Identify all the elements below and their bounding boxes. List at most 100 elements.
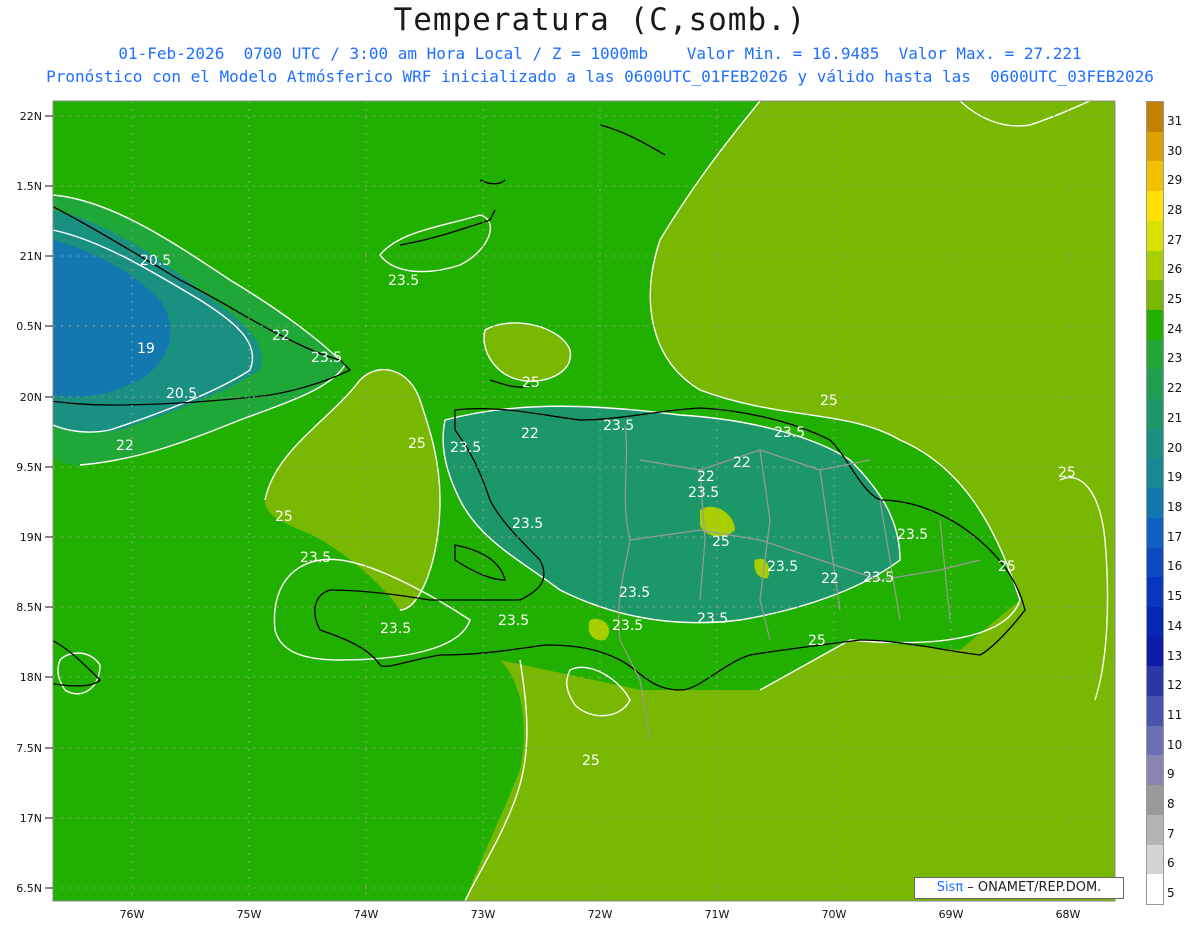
contour-label: 23.5 bbox=[767, 559, 798, 575]
colorbar-label: 18 bbox=[1167, 500, 1183, 514]
colorbar-swatch bbox=[1147, 309, 1163, 340]
colorbar-label: 16 bbox=[1167, 559, 1183, 574]
contour-label: 23.5 bbox=[774, 425, 805, 441]
contour-label: 23.5 bbox=[498, 613, 529, 629]
colorbar-swatch bbox=[1147, 547, 1163, 578]
contour-label: 20.5 bbox=[140, 253, 171, 269]
lat-label: 21N bbox=[20, 250, 42, 263]
contour-label: 22 bbox=[733, 455, 751, 471]
lat-label: 7.5N bbox=[16, 742, 42, 755]
colorbar-swatch bbox=[1147, 844, 1163, 875]
contour-label: 23.5 bbox=[380, 621, 411, 637]
colorbar-label: 23 bbox=[1167, 351, 1183, 366]
contour-label: 23.5 bbox=[300, 550, 331, 566]
contour-label: 23.5 bbox=[512, 516, 543, 532]
contour-label: 25 bbox=[582, 753, 600, 769]
contour-label: 22 bbox=[272, 328, 290, 344]
contour-label: 25 bbox=[522, 375, 540, 391]
colorbar-label: 19 bbox=[1167, 470, 1183, 485]
contour-label: 22 bbox=[521, 426, 539, 442]
lat-label: 0.5N bbox=[16, 320, 42, 333]
colorbar-label: 28 bbox=[1167, 202, 1183, 217]
lat-label: 17N bbox=[20, 812, 42, 825]
colorbar-label: 10 bbox=[1167, 737, 1183, 752]
colorbar-label: 31 bbox=[1167, 113, 1183, 128]
contour-label: 25 bbox=[408, 436, 426, 452]
colorbar-swatch bbox=[1147, 399, 1163, 429]
contour-label: 22 bbox=[116, 438, 134, 454]
colorbar-swatch bbox=[1147, 785, 1163, 815]
lat-label: 20N bbox=[20, 391, 42, 404]
colorbar-swatch bbox=[1147, 874, 1163, 904]
lon-label: 72W bbox=[588, 908, 613, 921]
colorbar-swatch bbox=[1147, 428, 1163, 459]
lon-label: 70W bbox=[822, 908, 847, 921]
contour-label: 23.5 bbox=[450, 440, 481, 456]
lon-label: 73W bbox=[471, 908, 496, 921]
lat-label: 1.5N bbox=[16, 180, 42, 193]
contour-label: 22 bbox=[821, 571, 839, 587]
colorbar-label: 17 bbox=[1167, 529, 1183, 544]
colorbar-swatch bbox=[1147, 161, 1163, 192]
contour-label: 25 bbox=[1058, 465, 1076, 481]
lon-label: 76W bbox=[120, 908, 145, 921]
colorbar-swatch bbox=[1147, 666, 1163, 697]
lon-label: 75W bbox=[237, 908, 262, 921]
colorbar-label: 22 bbox=[1167, 381, 1183, 396]
contour-label: 22 bbox=[697, 469, 715, 485]
colorbar-swatch bbox=[1147, 517, 1163, 548]
temperature-colorbar bbox=[1146, 101, 1164, 905]
colorbar-label: 21 bbox=[1167, 410, 1183, 425]
colorbar-label: 12 bbox=[1167, 678, 1183, 693]
colorbar-swatch bbox=[1147, 220, 1163, 251]
contour-label: 23.5 bbox=[612, 618, 643, 634]
lat-label: 9.5N bbox=[16, 461, 42, 474]
colorbar-label: 11 bbox=[1167, 707, 1183, 722]
colorbar-swatch bbox=[1147, 369, 1163, 400]
colorbar-swatch bbox=[1147, 488, 1163, 518]
colorbar-swatch bbox=[1147, 577, 1163, 607]
colorbar-label: 9 bbox=[1167, 767, 1175, 782]
colorbar-label: 20 bbox=[1167, 440, 1183, 455]
lon-label: 68W bbox=[1056, 908, 1081, 921]
latitude-ticks bbox=[45, 115, 53, 889]
colorbar-swatch bbox=[1147, 191, 1163, 221]
contour-label: 23.5 bbox=[863, 570, 894, 586]
colorbar-label: 30 bbox=[1167, 143, 1183, 158]
contour-label: 23.5 bbox=[697, 611, 728, 627]
contour-label: 23.5 bbox=[688, 485, 719, 501]
longitude-axis: 76W 75W 74W 73W 72W 71W 70W 69W 68W bbox=[120, 908, 1081, 921]
lon-label: 74W bbox=[354, 908, 379, 921]
lon-label: 71W bbox=[705, 908, 730, 921]
contour-label: 23.5 bbox=[897, 527, 928, 543]
colorbar-label: 14 bbox=[1167, 618, 1183, 633]
colorbar-swatch bbox=[1147, 102, 1163, 132]
lat-label: 6.5N bbox=[16, 882, 42, 895]
colorbar-label: 8 bbox=[1167, 797, 1175, 812]
credit-brand: Sisπ bbox=[936, 880, 964, 895]
contour-label: 19 bbox=[137, 341, 155, 357]
contour-label: 20.5 bbox=[166, 386, 197, 402]
colorbar-label: 15 bbox=[1167, 589, 1183, 604]
lat-label: 22N bbox=[20, 110, 42, 123]
latitude-axis: 22N 1.5N 21N 0.5N 20N 9.5N 19N 8.5N 18N … bbox=[16, 110, 42, 895]
lat-label: 18N bbox=[20, 671, 42, 684]
contour-label: 23.5 bbox=[619, 585, 650, 601]
colorbar-swatch bbox=[1147, 131, 1163, 162]
colorbar-swatch bbox=[1147, 250, 1163, 281]
colorbar-label: 7 bbox=[1167, 826, 1175, 841]
colorbar-label: 5 bbox=[1167, 886, 1175, 901]
colorbar-label: 24 bbox=[1167, 321, 1183, 336]
contour-label: 23.5 bbox=[311, 350, 342, 366]
lat-label: 8.5N bbox=[16, 601, 42, 614]
colorbar-swatch bbox=[1147, 458, 1163, 489]
colorbar-label: 25 bbox=[1167, 292, 1183, 307]
colorbar-label: 6 bbox=[1167, 856, 1175, 871]
lon-label: 69W bbox=[939, 908, 964, 921]
credit-text: – ONAMET/REP.DOM. bbox=[963, 880, 1102, 895]
contour-label: 23.5 bbox=[388, 273, 419, 289]
contour-label: 25 bbox=[275, 509, 293, 525]
credit-box: Sisπ – ONAMET/REP.DOM. bbox=[914, 877, 1124, 899]
colorbar-swatch bbox=[1147, 696, 1163, 726]
contour-label: 25 bbox=[820, 393, 838, 409]
